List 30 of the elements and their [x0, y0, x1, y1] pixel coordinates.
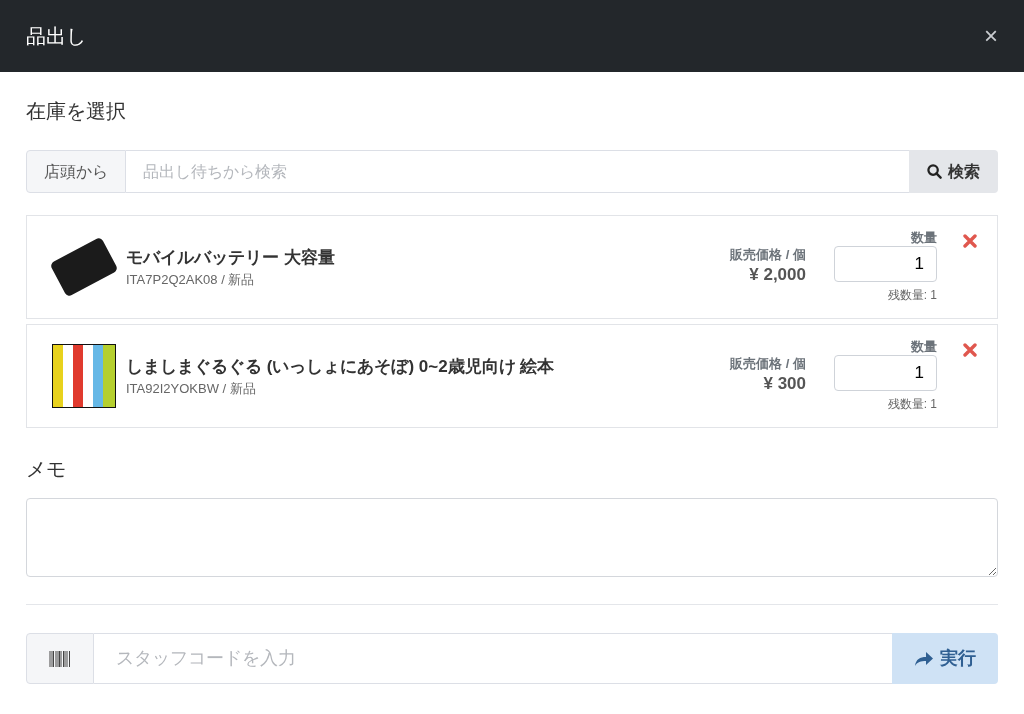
source-label: 店頭から — [26, 150, 126, 193]
item-name: モバイルバッテリー 大容量 — [126, 246, 336, 269]
item-code: ITA7P2Q2AK08 / 新品 — [126, 271, 256, 289]
remaining-quantity: 残数量: 1 — [887, 287, 937, 305]
remove-button[interactable] — [963, 343, 977, 357]
search-field[interactable]: 品出し待ちから検索 — [126, 150, 909, 193]
photo-placeholder — [52, 344, 116, 408]
close-icon — [963, 343, 977, 357]
barcode-icon — [49, 650, 71, 667]
quantity-label: 数量 — [911, 230, 937, 247]
price: ¥ 300 — [763, 373, 806, 395]
dialog-title: 品出し — [26, 24, 86, 49]
close-button[interactable]: × — [984, 24, 998, 48]
price: ¥ 2,000 — [749, 264, 806, 286]
memo-field[interactable] — [26, 498, 998, 577]
quantity-label: 数量 — [911, 339, 937, 356]
remove-button[interactable] — [963, 234, 977, 248]
quantity-field[interactable]: 1 — [834, 246, 937, 283]
remaining-quantity: 残数量: 1 — [887, 396, 937, 414]
item-name: しましまぐるぐる (いっしょにあそぼ) 0~2歳児向け 絵本 — [126, 355, 556, 378]
search-icon — [927, 164, 942, 179]
price-label: 販売価格 / 個 — [730, 245, 806, 264]
search-button[interactable]: 検索 — [909, 150, 998, 193]
item-code: ITA92I2YOKBW / 新品 — [126, 380, 257, 398]
section-heading: 在庫を選択 — [26, 99, 127, 124]
price-label: 販売価格 / 個 — [730, 354, 806, 373]
quantity-field[interactable]: 1 — [834, 355, 937, 392]
memo-heading: メモ — [26, 457, 67, 482]
share-arrow-icon — [914, 650, 934, 667]
close-icon — [963, 234, 977, 248]
